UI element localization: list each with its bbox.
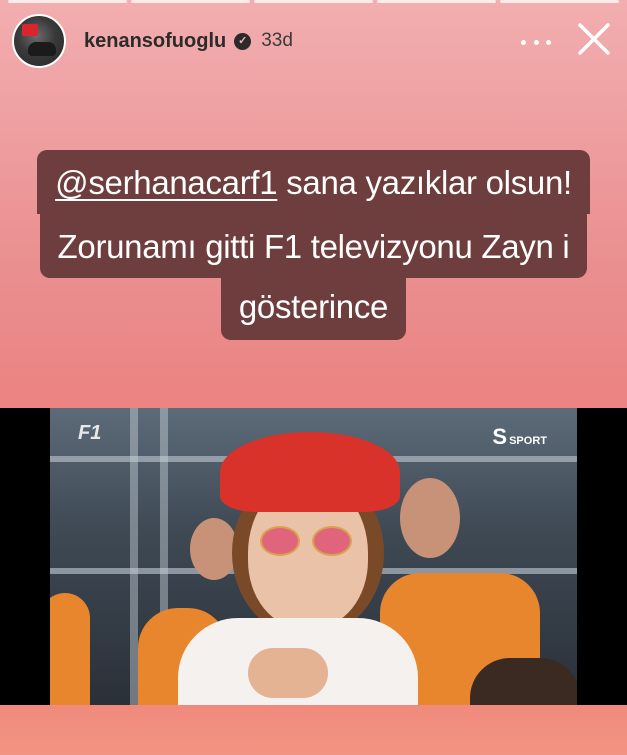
dot — [521, 39, 526, 45]
caption-line-2: Zorunamı gitti F1 televizyonu Zayn i — [39, 213, 588, 278]
sunglasses-lens — [260, 526, 300, 556]
child-hands — [248, 648, 328, 698]
progress-segment — [254, 0, 373, 3]
avatar[interactable] — [12, 14, 66, 68]
username[interactable]: kenansofuoglu — [84, 30, 226, 53]
broadcaster-letter: S — [492, 424, 508, 449]
background-head — [400, 478, 460, 558]
background-person — [470, 658, 577, 705]
story-photo: F1 S SPORT — [0, 408, 627, 705]
dot — [533, 39, 539, 45]
sunglasses-lens — [312, 526, 352, 556]
caption-line-1: @serhanacarf1 sana yazıklar olsun! — [37, 150, 590, 214]
more-dots-icon[interactable] — [521, 30, 551, 54]
background-head — [190, 518, 238, 580]
story-caption: @serhanacarf1 sana yazıklar olsun! Zorun… — [0, 150, 627, 340]
story-header: kenansofuoglu ✓ 33d — [12, 14, 613, 68]
progress-segment — [500, 0, 619, 3]
broadcaster-logo: S SPORT — [492, 424, 547, 450]
flag-graphic — [22, 24, 38, 36]
progress-segment — [131, 0, 250, 3]
progress-segment — [377, 0, 496, 3]
barrier-post — [130, 408, 138, 705]
broadcaster-text: SPORT — [509, 435, 547, 447]
background-person — [50, 593, 90, 705]
story-progress-bar — [8, 0, 619, 3]
story-bottom-area — [0, 705, 627, 755]
progress-segment — [8, 0, 127, 3]
dot — [546, 39, 551, 45]
caption-line-3: gösterince — [220, 277, 407, 340]
verified-badge-icon: ✓ — [234, 32, 252, 50]
post-time: 33d — [261, 30, 293, 51]
caption-text: sana yazıklar olsun! — [277, 164, 572, 201]
child-red-hat — [220, 432, 400, 512]
f1-logo: F1 — [78, 422, 102, 444]
mention-link[interactable]: @serhanacarf1 — [55, 164, 278, 201]
close-icon[interactable] — [575, 20, 613, 58]
broadcast-frame: F1 S SPORT — [50, 408, 577, 705]
motorbike-graphic — [28, 42, 56, 56]
